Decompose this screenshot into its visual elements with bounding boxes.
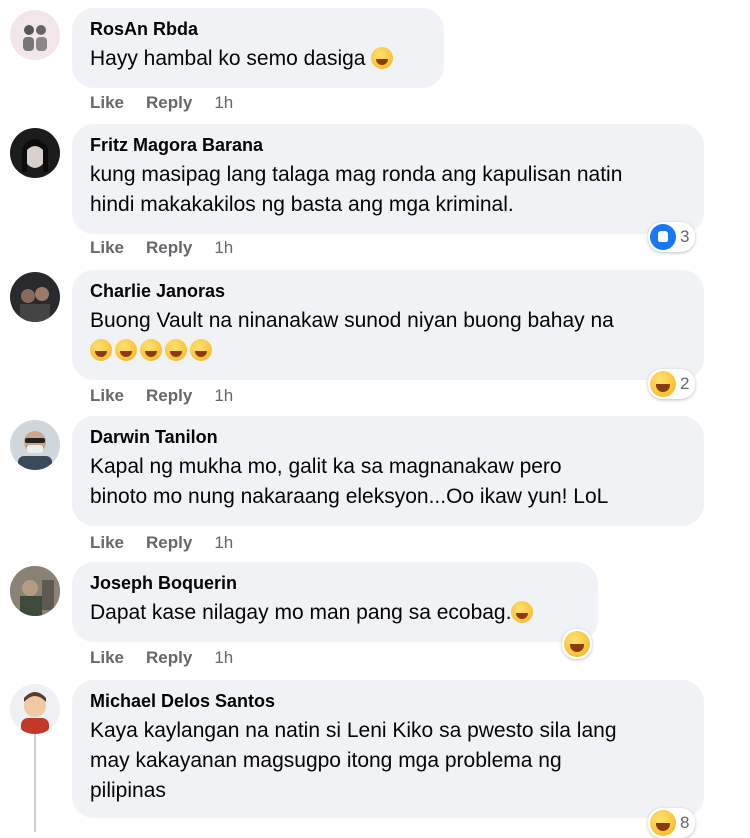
reply-button[interactable]: Reply <box>146 238 192 258</box>
reaction-summary[interactable]: 8 <box>648 808 696 838</box>
comment-bubble: Michael Delos Santos Kaya kaylangan na n… <box>72 680 704 818</box>
reply-button[interactable]: Reply <box>146 533 192 553</box>
comment-text-line: hindi makakakilos ng basta ang mga krimi… <box>90 193 514 216</box>
comment-author[interactable]: Fritz Magora Barana <box>90 134 686 156</box>
reaction-summary[interactable]: 2 <box>648 369 696 399</box>
thread-line <box>34 732 36 832</box>
laughing-emoji-icon <box>140 339 162 361</box>
comment-text-line: pilipinas <box>90 779 166 802</box>
avatar[interactable] <box>10 566 60 616</box>
comment-bubble: Joseph Boquerin Dapat kase nilagay mo ma… <box>72 562 598 642</box>
comment-text-line: kung masipag lang talaga mag ronda ang k… <box>90 163 623 186</box>
comment-actions: Like Reply 1h <box>90 93 233 113</box>
timestamp[interactable]: 1h <box>214 238 233 258</box>
haha-reaction-icon <box>650 371 676 397</box>
like-button[interactable]: Like <box>90 533 124 553</box>
reaction-count: 8 <box>680 813 690 832</box>
comment-actions: Like Reply 1h <box>90 533 233 553</box>
rofl-emoji-icon <box>115 339 137 361</box>
avatar[interactable] <box>10 10 60 60</box>
like-button[interactable]: Like <box>90 648 124 668</box>
reaction-count: 2 <box>680 374 690 393</box>
comment-author[interactable]: Darwin Tanilon <box>90 426 686 448</box>
laughing-emoji-icon <box>190 339 212 361</box>
haha-reaction-icon <box>564 631 590 657</box>
comment-author[interactable]: Joseph Boquerin <box>90 572 580 594</box>
reply-button[interactable]: Reply <box>146 93 192 113</box>
like-reaction-icon <box>650 224 676 250</box>
comment-text-line: Buong Vault na ninanakaw sunod niyan buo… <box>90 309 614 332</box>
timestamp[interactable]: 1h <box>214 386 233 406</box>
comment-bubble: Darwin Tanilon Kapal ng mukha mo, galit … <box>72 416 704 526</box>
comment-text-line: may kakayanan magsugpo itong mga problem… <box>90 749 562 772</box>
timestamp[interactable]: 1h <box>214 648 233 668</box>
comment-bubble: Fritz Magora Barana kung masipag lang ta… <box>72 124 704 234</box>
rofl-emoji-icon <box>165 339 187 361</box>
haha-reaction-icon <box>650 810 676 836</box>
comment-text-line: Kaya kaylangan na natin si Leni Kiko sa … <box>90 719 617 742</box>
reaction-summary[interactable]: 3 <box>648 222 696 252</box>
timestamp[interactable]: 1h <box>214 93 233 113</box>
comment-actions: Like Reply 1h <box>90 238 233 258</box>
avatar[interactable] <box>10 684 60 734</box>
like-button[interactable]: Like <box>90 93 124 113</box>
avatar[interactable] <box>10 272 60 322</box>
comment-text: Dapat kase nilagay mo man pang sa ecobag… <box>90 598 580 628</box>
comment-actions: Like Reply 1h <box>90 386 233 406</box>
grimacing-emoji-icon <box>511 601 534 623</box>
comment-text: Hayy hambal ko semo dasiga <box>90 44 426 74</box>
reply-button[interactable]: Reply <box>146 386 192 406</box>
reply-button[interactable]: Reply <box>146 648 192 668</box>
comment-bubble: Charlie Janoras Buong Vault na ninanakaw… <box>72 270 704 380</box>
comment-author[interactable]: RosAn Rbda <box>90 18 426 40</box>
timestamp[interactable]: 1h <box>214 533 233 553</box>
rofl-emoji-icon <box>90 339 112 361</box>
reaction-count: 3 <box>680 227 690 246</box>
grinning-emoji-icon <box>371 47 394 69</box>
comment-bubble: RosAn Rbda Hayy hambal ko semo dasiga <box>72 8 444 88</box>
like-button[interactable]: Like <box>90 386 124 406</box>
emoji-row <box>90 336 686 366</box>
comment-actions: Like Reply 1h <box>90 648 233 668</box>
like-button[interactable]: Like <box>90 238 124 258</box>
avatar[interactable] <box>10 128 60 178</box>
comment-author[interactable]: Charlie Janoras <box>90 280 686 302</box>
comment-author[interactable]: Michael Delos Santos <box>90 690 686 712</box>
avatar[interactable] <box>10 420 60 470</box>
comment-text-line: binoto mo nung nakaraang eleksyon...Oo i… <box>90 485 609 508</box>
reaction-summary[interactable] <box>562 629 592 659</box>
comment-text-line: Kapal ng mukha mo, galit ka sa magnanaka… <box>90 455 562 478</box>
